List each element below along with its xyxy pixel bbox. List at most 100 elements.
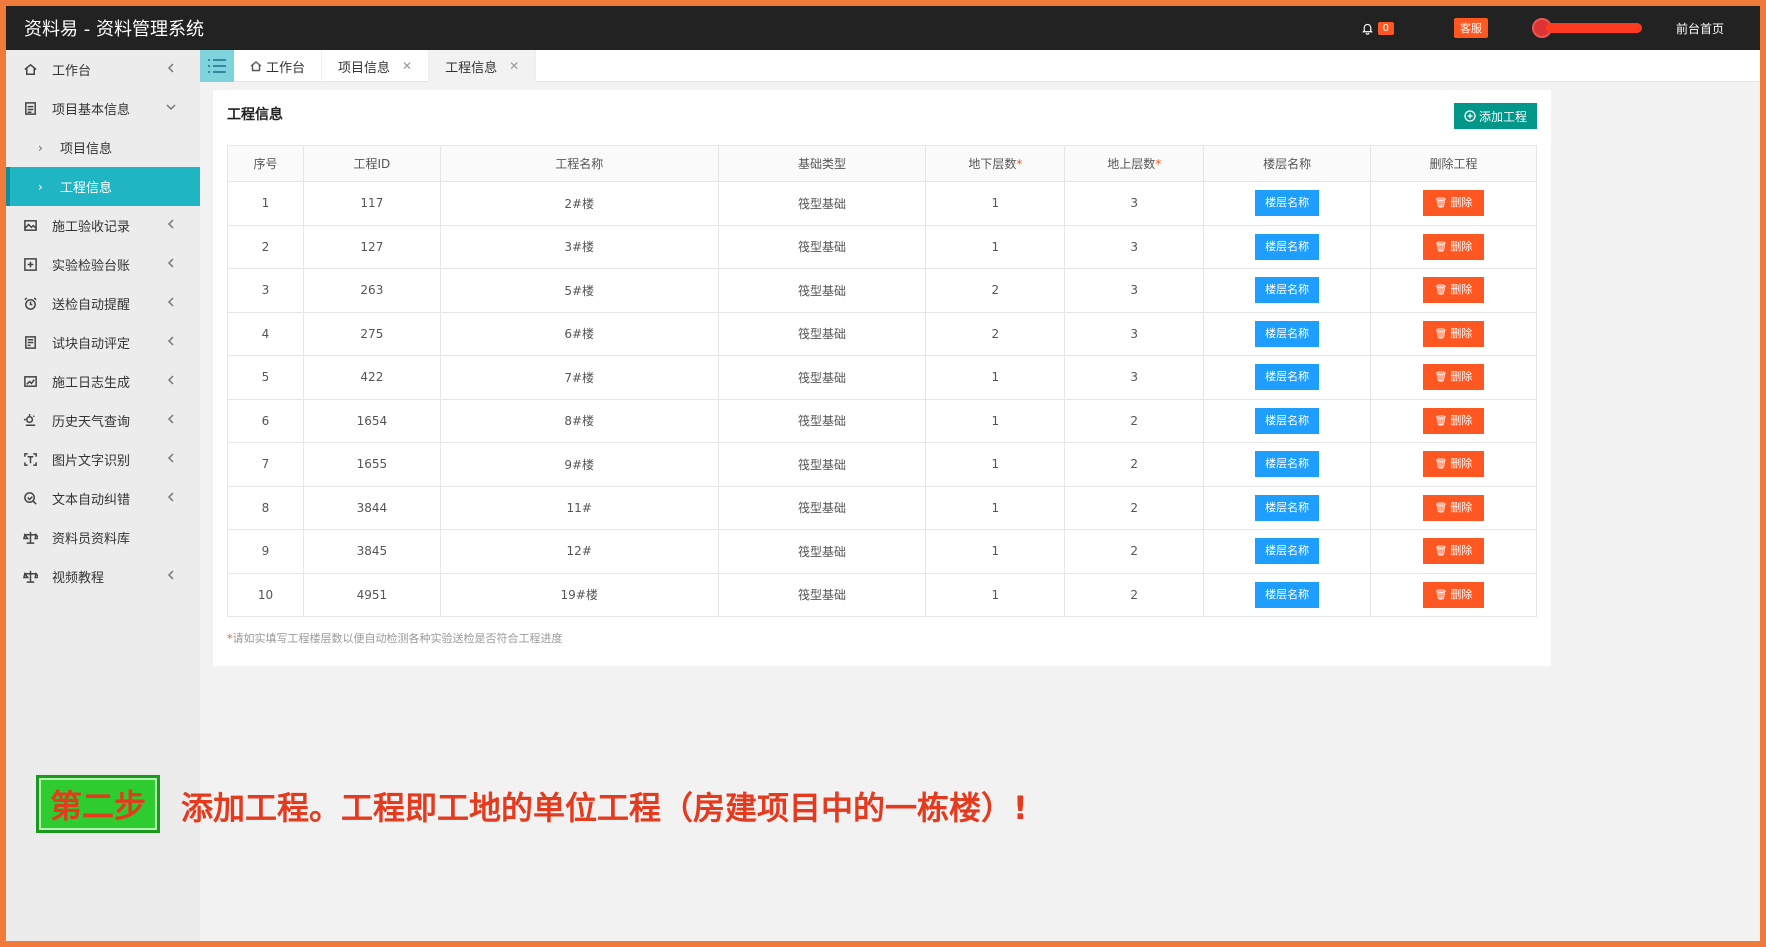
table-cell: 1654 <box>302 398 441 443</box>
sidebar-item-material-library[interactable]: 资料员资料库 <box>6 518 200 557</box>
table-cell: 筏型基础 <box>717 529 927 574</box>
tab-engineering-info[interactable]: 工程信息 ✕ <box>429 50 537 82</box>
scale-icon <box>22 530 38 546</box>
delete-button[interactable]: 🗑 删除 <box>1422 407 1485 434</box>
menu-toggle-button[interactable] <box>200 50 234 82</box>
close-icon[interactable]: ✕ <box>402 59 412 73</box>
app-title: 资料易 - 资料管理系统 <box>24 19 204 40</box>
table-cell: 5#楼 <box>439 268 719 313</box>
floor-name-button[interactable]: 楼层名称 <box>1255 538 1320 565</box>
tab-label: 工程信息 <box>445 60 498 76</box>
column-header: 基础类型 <box>717 145 927 182</box>
delete-label: 删除 <box>1450 326 1473 340</box>
floor-name-button[interactable]: 楼层名称 <box>1255 233 1320 260</box>
floor-name-button[interactable]: 楼层名称 <box>1255 190 1320 217</box>
chevron-left-icon <box>166 335 176 346</box>
close-icon[interactable]: ✕ <box>509 59 519 73</box>
delete-button[interactable]: 🗑 删除 <box>1422 538 1485 565</box>
sidebar-item-test-ledger[interactable]: 实验检验台账 <box>6 245 200 284</box>
sidebar-item-weather-history[interactable]: 历史天气查询 <box>6 401 200 440</box>
text-recognize-icon <box>22 452 38 468</box>
user-menu[interactable] <box>1531 18 1642 38</box>
floor-name-button[interactable]: 楼层名称 <box>1255 581 1320 608</box>
list-menu-icon <box>208 59 226 73</box>
sidebar-item-workbench[interactable]: 工作台 <box>6 50 200 89</box>
table-cell: 2 <box>1064 442 1205 487</box>
zoom-check-icon <box>22 491 38 507</box>
sidebar-item-image-ocr[interactable]: 图片文字识别 <box>6 440 200 479</box>
sidebar-item-construction-log[interactable]: 施工日志生成 <box>6 362 200 401</box>
engineering-panel: 工程信息 添加工程 序号 工程ID 工程名称 基础类型 地下层数* 地上层数* … <box>213 90 1551 666</box>
tab-project-info[interactable]: 项目信息 ✕ <box>322 50 430 82</box>
sidebar-item-label: 视频教程 <box>52 571 105 586</box>
sidebar-item-acceptance-records[interactable]: 施工验收记录 <box>6 206 200 245</box>
add-engineering-button[interactable]: 添加工程 <box>1453 103 1537 129</box>
delete-button[interactable]: 🗑 删除 <box>1422 277 1485 304</box>
table-cell: 楼层名称 <box>1203 181 1372 226</box>
floor-name-button[interactable]: 楼层名称 <box>1255 320 1320 347</box>
trash-icon: 🗑 <box>1434 502 1448 514</box>
table-row: 2 127 3#楼 筏型基础 1 3 楼层名称 🗑 删除 <box>227 224 1537 269</box>
table-cell: 10 <box>227 572 304 617</box>
table-cell: 筏型基础 <box>717 398 927 443</box>
floor-name-button[interactable]: 楼层名称 <box>1255 451 1320 478</box>
floor-name-button[interactable]: 楼层名称 <box>1255 277 1320 304</box>
table-cell: 7 <box>227 442 304 487</box>
sidebar-item-video-tutorial[interactable]: 视频教程 <box>6 557 200 596</box>
delete-label: 删除 <box>1450 500 1473 514</box>
chevron-right-icon: › <box>38 140 43 155</box>
delete-button[interactable]: 🗑 删除 <box>1422 364 1485 391</box>
table-cell: 11# <box>439 485 719 530</box>
table-row: 1 117 2#楼 筏型基础 1 3 楼层名称 🗑 删除 <box>227 181 1537 226</box>
sidebar-item-inspection-reminder[interactable]: 送检自动提醒 <box>6 284 200 323</box>
delete-button[interactable]: 🗑 删除 <box>1422 451 1485 478</box>
tab-label: 工作台 <box>266 60 306 76</box>
home-icon <box>250 61 262 72</box>
sidebar-item-block-evaluation[interactable]: 试块自动评定 <box>6 323 200 362</box>
delete-label: 删除 <box>1450 370 1473 384</box>
chevron-left-icon <box>166 413 176 424</box>
tab-bar: 工作台 项目信息 ✕ 工程信息 ✕ <box>200 50 1760 82</box>
top-bar: 资料易 - 资料管理系统 0 客服 前台首页 <box>6 6 1760 50</box>
notification-button[interactable]: 0 <box>1361 21 1394 35</box>
delete-button[interactable]: 🗑 删除 <box>1422 320 1485 347</box>
table-cell: 楼层名称 <box>1203 311 1372 356</box>
weather-icon <box>22 413 38 429</box>
sidebar-subitem-engineering-info[interactable]: › 工程信息 <box>6 167 200 206</box>
sidebar-subitem-project-info[interactable]: › 项目信息 <box>6 128 200 167</box>
floor-name-button[interactable]: 楼层名称 <box>1255 364 1320 391</box>
delete-button[interactable]: 🗑 删除 <box>1422 233 1485 260</box>
table-cell: 筏型基础 <box>717 268 927 313</box>
table-cell: 6#楼 <box>439 311 719 356</box>
customer-service-button[interactable]: 客服 <box>1453 18 1488 38</box>
table-cell: 筏型基础 <box>717 224 927 269</box>
sidebar-item-text-correction[interactable]: 文本自动纠错 <box>6 479 200 518</box>
chevron-left-icon <box>166 569 176 580</box>
table-cell: 2 <box>925 268 1066 313</box>
table-cell: 2 <box>1064 485 1205 530</box>
column-header: 工程名称 <box>439 145 719 182</box>
sidebar-item-label: 实验检验台账 <box>52 259 131 274</box>
floor-name-button[interactable]: 楼层名称 <box>1255 407 1320 434</box>
sidebar-item-label: 工作台 <box>52 64 92 79</box>
table-row: 8 3844 11# 筏型基础 1 2 楼层名称 🗑 删除 <box>227 485 1537 530</box>
table-cell: 1 <box>925 572 1066 617</box>
step-caption: 添加工程。工程即工地的单位工程（房建项目中的一栋楼）! <box>181 789 1028 827</box>
chevron-left-icon <box>166 218 176 229</box>
trash-icon: 🗑 <box>1434 241 1448 253</box>
table-cell: 2 <box>1064 529 1205 574</box>
table-cell: 楼层名称 <box>1203 355 1372 400</box>
top-bar-actions: 0 客服 前台首页 <box>1361 18 1760 38</box>
front-page-link[interactable]: 前台首页 <box>1676 20 1724 37</box>
delete-button[interactable]: 🗑 删除 <box>1422 494 1485 521</box>
table-cell: 筏型基础 <box>717 181 927 226</box>
sidebar-item-project-basic[interactable]: 项目基本信息 <box>6 89 200 128</box>
trash-icon: 🗑 <box>1434 546 1448 558</box>
delete-button[interactable]: 🗑 删除 <box>1422 581 1485 608</box>
delete-button[interactable]: 🗑 删除 <box>1422 190 1485 217</box>
table-cell: 6 <box>227 398 304 443</box>
form-hint: *请如实填写工程楼层数以便自动检测各种实验送检是否符合工程进度 <box>227 632 563 645</box>
chart-image-icon <box>22 374 38 390</box>
floor-name-button[interactable]: 楼层名称 <box>1255 494 1320 521</box>
tab-workbench[interactable]: 工作台 <box>234 50 323 82</box>
